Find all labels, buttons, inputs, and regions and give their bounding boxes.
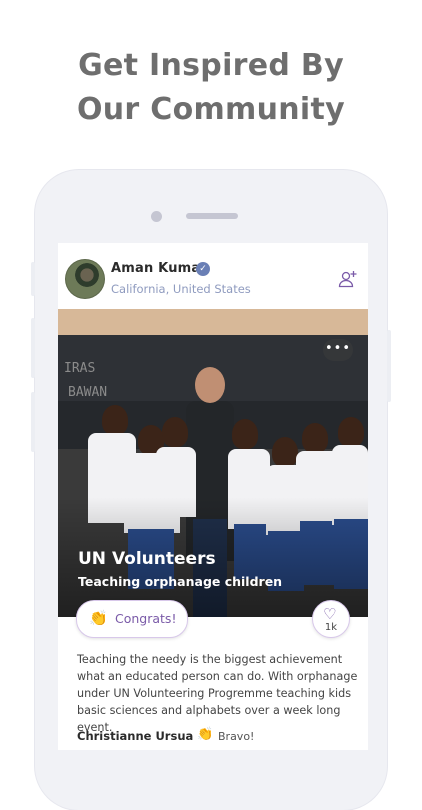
headline-line-2: Our Community: [76, 92, 346, 127]
chalkboard-writing: IRAS: [64, 361, 96, 376]
post-description: Teaching the needy is the biggest achiev…: [77, 653, 358, 734]
post-photo[interactable]: IRAS BAWAN ••• UN Volunteers Teaching or…: [58, 309, 368, 617]
congrats-label: Congrats!: [115, 611, 177, 626]
congrats-button[interactable]: 👏 Congrats!: [76, 600, 188, 638]
child: [302, 423, 328, 453]
clapping-hands-icon: 👏: [89, 609, 108, 627]
child: [102, 405, 128, 435]
person: [195, 367, 225, 403]
phone-side-button: [31, 318, 35, 378]
headline: Get Inspired By Our Community: [0, 44, 422, 132]
chalkboard-writing: BAWAN: [68, 385, 108, 400]
user-name[interactable]: Aman Kumar: [111, 261, 207, 276]
headline-line-1: Get Inspired By: [78, 48, 344, 83]
child: [232, 419, 258, 449]
verified-check-icon: ✓: [196, 262, 210, 276]
child: [162, 417, 188, 447]
child: [272, 437, 298, 467]
comment-author[interactable]: Christianne Ursua: [77, 729, 193, 743]
add-user-icon[interactable]: [338, 269, 358, 289]
phone-side-button: [31, 392, 35, 452]
phone-side-button: [387, 330, 391, 402]
avatar[interactable]: [65, 259, 105, 299]
phone-speaker: [186, 213, 238, 219]
child: [338, 417, 364, 447]
phone-camera: [151, 211, 162, 222]
post-subtitle: Teaching orphanage children: [78, 574, 283, 589]
user-location: California, United States: [111, 282, 251, 296]
post-card: Aman Kumar ✓ California, United States I…: [58, 243, 368, 750]
more-options-button[interactable]: •••: [323, 339, 353, 361]
like-count: 1k: [324, 622, 338, 633]
like-button[interactable]: ♡ 1k: [312, 600, 350, 638]
comment-text: Bravo!: [218, 730, 255, 743]
phone-side-button: [31, 262, 35, 296]
clapping-hands-icon: 👏: [197, 727, 214, 742]
heart-icon: ♡: [323, 605, 337, 623]
post-title: UN Volunteers: [78, 549, 216, 569]
